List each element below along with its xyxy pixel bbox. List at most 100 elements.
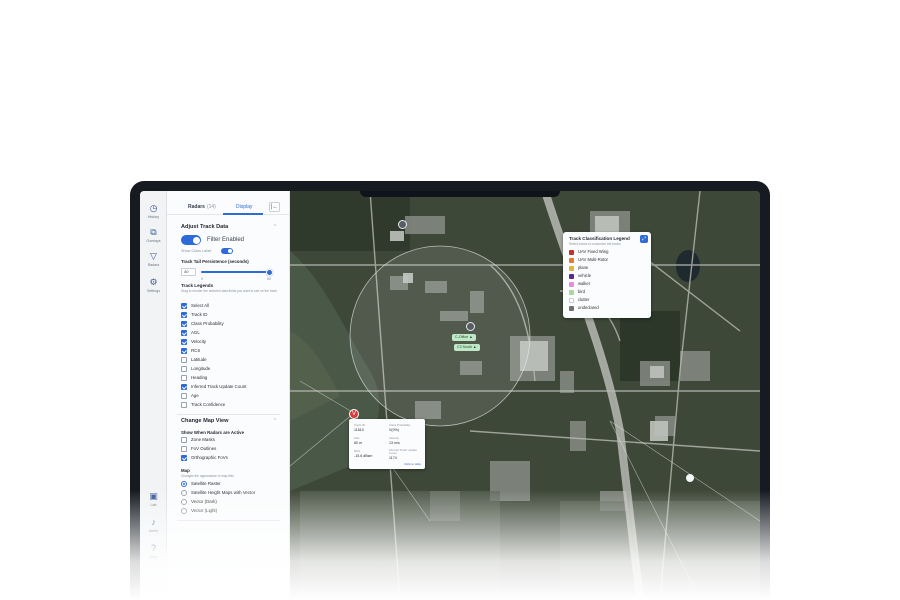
field-label: Track ID (191, 312, 208, 317)
track-id-value: 11610 (354, 428, 364, 432)
update-count-label: Inferred Track Update Count (389, 448, 417, 455)
checkbox[interactable] (181, 357, 187, 363)
tail-slider-track[interactable] (201, 271, 270, 273)
field-select-all[interactable]: Select All (181, 303, 209, 310)
nav-settings[interactable]: ⚙ Settings (140, 277, 167, 293)
map-option-vector-dark[interactable]: Vector (Dark) (181, 499, 217, 506)
bell-icon: ♪ (151, 517, 156, 527)
tab-display[interactable]: Display (236, 204, 252, 210)
checkbox[interactable] (181, 330, 187, 336)
field-label: Latitude (191, 357, 207, 362)
chevron-up-icon[interactable]: ⌃ (273, 418, 277, 424)
swatch-undeclared[interactable] (569, 305, 574, 311)
adjust-track-title: Adjust Track Data (181, 224, 229, 230)
checkbox[interactable] (181, 393, 187, 399)
field-class-probability[interactable]: Class Probability (181, 321, 224, 328)
checkbox[interactable] (181, 384, 187, 390)
track-marker-white[interactable] (686, 474, 694, 482)
radio[interactable] (181, 490, 187, 496)
legend-label: UAV Fixed Wing (578, 249, 609, 254)
checkbox[interactable] (181, 312, 187, 318)
field-age[interactable]: Age (181, 393, 199, 400)
map-option-vector-light[interactable]: Vector (Light) (181, 508, 217, 515)
field-agl[interactable]: AGL (181, 330, 200, 337)
layers-icon: ⧉ (150, 227, 157, 237)
overlay-ortho-fovs[interactable]: Orthographic FoVs (181, 455, 228, 462)
radio[interactable] (181, 481, 187, 487)
map-label-south[interactable]: C3 South ▲ (454, 344, 480, 351)
checkbox[interactable] (181, 437, 187, 443)
legend-item[interactable]: undeclared (569, 305, 599, 311)
legend-item[interactable]: vehicle (569, 273, 591, 279)
uav-track-marker[interactable]: V (349, 409, 359, 419)
overlay-zone-masks[interactable]: Zone Masks (181, 437, 215, 444)
nav-history[interactable]: ◷ History (140, 203, 167, 219)
overlay-fov-outlines[interactable]: FoV Outlines (181, 446, 216, 453)
tab-radars[interactable]: Radars (14) (188, 204, 216, 210)
swatch-bird[interactable] (569, 289, 574, 295)
nav-help[interactable]: ? Help (140, 543, 167, 559)
legend-item[interactable]: clutter (569, 297, 589, 303)
map-label-office[interactable]: C-Office ▲ (452, 334, 476, 341)
nav-overlays[interactable]: ⧉ Overlays (140, 227, 167, 243)
legend-label: clutter (578, 297, 590, 302)
checkbox[interactable] (181, 375, 187, 381)
legend-item[interactable]: UAV Multi-Rotor (569, 257, 608, 263)
checkbox[interactable] (181, 321, 187, 327)
legend-item[interactable]: plane (569, 265, 588, 271)
checkbox[interactable] (181, 455, 187, 461)
checkbox[interactable] (181, 366, 187, 372)
checkbox[interactable] (181, 446, 187, 452)
legend-item[interactable]: walker (569, 281, 590, 287)
swatch-uav-multi-rotor[interactable] (569, 257, 574, 263)
checkbox[interactable] (181, 348, 187, 354)
legend-label: walker (578, 281, 591, 286)
swatch-plane[interactable] (569, 265, 574, 271)
laptop-frame: C-Office ▲ C3 South ▲ V Track ID 11610 C… (130, 181, 770, 600)
swatch-clutter[interactable] (569, 297, 574, 303)
hide-track-link[interactable]: Click to Hide (404, 462, 421, 466)
filter-toggle[interactable] (181, 235, 201, 245)
radar-marker[interactable] (398, 220, 407, 229)
expand-icon[interactable]: ⤢ (640, 235, 648, 243)
field-velocity[interactable]: Velocity (181, 339, 206, 346)
checkbox[interactable] (181, 402, 187, 408)
track-marker[interactable] (466, 322, 475, 331)
legend-item[interactable]: bird (569, 289, 585, 295)
panel-tabs: Radars (14) Display |← (167, 201, 290, 215)
field-label: RCS (191, 348, 201, 353)
map-option-satellite-height[interactable]: Satellite Height Maps with Vector (181, 490, 255, 497)
collapse-panel-button[interactable]: |← (269, 202, 280, 212)
nav-lab[interactable]: ▣ Lab (140, 491, 167, 507)
nav-alerts[interactable]: ♪ Alerts (140, 517, 167, 533)
overlay-label: Zone Masks (191, 437, 215, 442)
chevron-up-icon[interactable]: ⌃ (273, 224, 277, 230)
field-update-count[interactable]: Inferred Track Update Count (181, 384, 246, 391)
nav-rail: ◷ History ⧉ Overlays ▽ Radars ⚙ Settings… (140, 191, 167, 600)
checkbox[interactable] (181, 303, 187, 309)
tail-persistence-label: Track Tail Persistence (seconds) (181, 259, 249, 264)
tail-slider-knob[interactable] (266, 268, 273, 276)
field-track-confidence[interactable]: Track Confidence (181, 402, 225, 409)
swatch-vehicle[interactable] (569, 273, 574, 279)
field-heading[interactable]: Heading (181, 375, 207, 382)
tail-value-input[interactable]: 40 (181, 268, 196, 276)
map-help: Changes the appearance of map tiles (181, 474, 234, 478)
field-longitude[interactable]: Longitude (181, 366, 210, 373)
camera-notch (360, 191, 560, 197)
checkbox[interactable] (181, 339, 187, 345)
radio[interactable] (181, 508, 187, 514)
class-label-toggle[interactable] (221, 248, 233, 254)
field-rcs[interactable]: RCS (181, 348, 200, 355)
radio[interactable] (181, 499, 187, 505)
field-latitude[interactable]: Latitude (181, 357, 207, 364)
map-option-satellite-raster[interactable]: Satellite Raster (181, 481, 221, 488)
update-count-value: 1174 (389, 456, 397, 460)
swatch-uav-fixed-wing[interactable] (569, 249, 574, 255)
field-track-id[interactable]: Track ID (181, 312, 207, 319)
legend-label: bird (578, 289, 585, 294)
legend-item[interactable]: UAV Fixed Wing (569, 249, 608, 255)
swatch-walker[interactable] (569, 281, 574, 287)
velocity-label: Velocity (389, 436, 399, 440)
nav-radars[interactable]: ▽ Radars (140, 251, 167, 267)
